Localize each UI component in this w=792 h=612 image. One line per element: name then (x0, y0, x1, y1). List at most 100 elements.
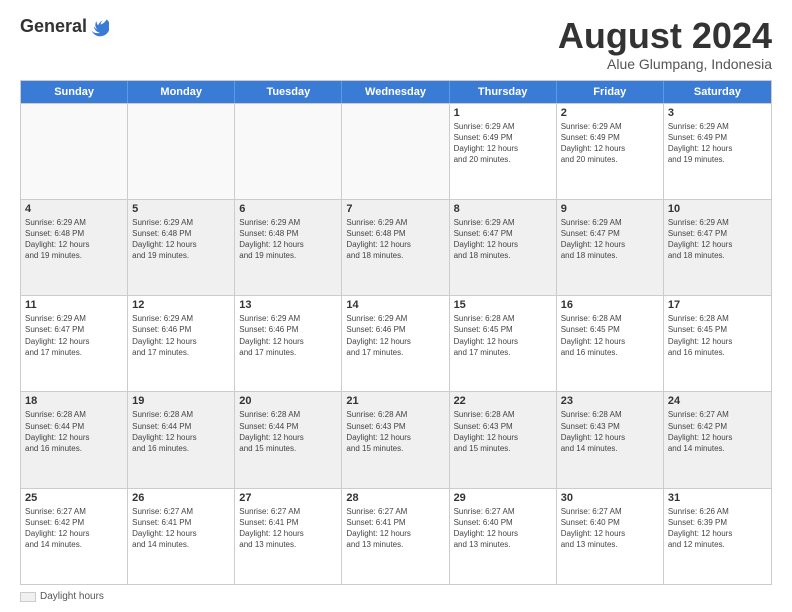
day-number: 6 (239, 203, 337, 215)
day-number: 23 (561, 395, 659, 407)
day-cell-12: 12 Sunrise: 6:29 AM Sunset: 6:46 PM Dayli… (128, 296, 235, 391)
day-info: Sunrise: 6:28 AM Sunset: 6:45 PM Dayligh… (668, 313, 767, 358)
day-info: Sunrise: 6:29 AM Sunset: 6:47 PM Dayligh… (561, 217, 659, 262)
header: General August 2024 Alue Glumpang, Indon… (20, 16, 772, 72)
empty-cell (235, 104, 342, 199)
day-info: Sunrise: 6:28 AM Sunset: 6:44 PM Dayligh… (132, 409, 230, 454)
day-cell-6: 6 Sunrise: 6:29 AM Sunset: 6:48 PM Daylig… (235, 200, 342, 295)
day-info: Sunrise: 6:29 AM Sunset: 6:47 PM Dayligh… (25, 313, 123, 358)
day-info: Sunrise: 6:28 AM Sunset: 6:43 PM Dayligh… (454, 409, 552, 454)
day-info: Sunrise: 6:28 AM Sunset: 6:43 PM Dayligh… (346, 409, 444, 454)
day-cell-15: 15 Sunrise: 6:28 AM Sunset: 6:45 PM Dayli… (450, 296, 557, 391)
day-cell-28: 28 Sunrise: 6:27 AM Sunset: 6:41 PM Dayli… (342, 489, 449, 584)
day-cell-31: 31Sunrise: 6:26 AM Sunset: 6:39 PM Dayli… (664, 489, 771, 584)
day-info: Sunrise: 6:27 AM Sunset: 6:41 PM Dayligh… (132, 506, 230, 551)
day-number: 16 (561, 299, 659, 311)
day-cell-11: 11 Sunrise: 6:29 AM Sunset: 6:47 PM Dayli… (21, 296, 128, 391)
day-info: Sunrise: 6:29 AM Sunset: 6:48 PM Dayligh… (132, 217, 230, 262)
day-info: Sunrise: 6:29 AM Sunset: 6:46 PM Dayligh… (132, 313, 230, 358)
month-title: August 2024 (558, 16, 772, 56)
logo-bird-icon (89, 17, 109, 37)
day-number: 24 (668, 395, 767, 407)
day-cell-26: 26 Sunrise: 6:27 AM Sunset: 6:41 PM Dayli… (128, 489, 235, 584)
title-section: August 2024 Alue Glumpang, Indonesia (558, 16, 772, 72)
header-cell-thursday: Thursday (450, 81, 557, 103)
day-info: Sunrise: 6:29 AM Sunset: 6:47 PM Dayligh… (668, 217, 767, 262)
day-info: Sunrise: 6:28 AM Sunset: 6:43 PM Dayligh… (561, 409, 659, 454)
day-info: Sunrise: 6:29 AM Sunset: 6:48 PM Dayligh… (239, 217, 337, 262)
day-cell-9: 9Sunrise: 6:29 AM Sunset: 6:47 PM Daylig… (557, 200, 664, 295)
day-cell-30: 30 Sunrise: 6:27 AM Sunset: 6:40 PM Dayli… (557, 489, 664, 584)
day-cell-13: 13 Sunrise: 6:29 AM Sunset: 6:46 PM Dayli… (235, 296, 342, 391)
location-subtitle: Alue Glumpang, Indonesia (558, 56, 772, 72)
header-cell-friday: Friday (557, 81, 664, 103)
day-number: 26 (132, 492, 230, 504)
day-info: Sunrise: 6:29 AM Sunset: 6:48 PM Dayligh… (346, 217, 444, 262)
day-number: 11 (25, 299, 123, 311)
day-number: 10 (668, 203, 767, 215)
day-number: 2 (561, 107, 659, 119)
day-cell-21: 21Sunrise: 6:28 AM Sunset: 6:43 PM Dayli… (342, 392, 449, 487)
header-cell-sunday: Sunday (21, 81, 128, 103)
day-number: 12 (132, 299, 230, 311)
day-info: Sunrise: 6:28 AM Sunset: 6:44 PM Dayligh… (25, 409, 123, 454)
logo: General (20, 16, 109, 37)
day-cell-4: 4 Sunrise: 6:29 AM Sunset: 6:48 PM Daylig… (21, 200, 128, 295)
calendar-week-1: 1 Sunrise: 6:29 AM Sunset: 6:49 PM Daylig… (21, 103, 771, 199)
empty-cell (21, 104, 128, 199)
day-cell-20: 20Sunrise: 6:28 AM Sunset: 6:44 PM Dayli… (235, 392, 342, 487)
day-info: Sunrise: 6:27 AM Sunset: 6:40 PM Dayligh… (561, 506, 659, 551)
day-number: 29 (454, 492, 552, 504)
day-number: 15 (454, 299, 552, 311)
empty-cell (128, 104, 235, 199)
day-info: Sunrise: 6:27 AM Sunset: 6:41 PM Dayligh… (239, 506, 337, 551)
day-cell-8: 8Sunrise: 6:29 AM Sunset: 6:47 PM Daylig… (450, 200, 557, 295)
header-cell-saturday: Saturday (664, 81, 771, 103)
day-number: 13 (239, 299, 337, 311)
day-number: 27 (239, 492, 337, 504)
day-info: Sunrise: 6:27 AM Sunset: 6:40 PM Dayligh… (454, 506, 552, 551)
day-cell-23: 23 Sunrise: 6:28 AM Sunset: 6:43 PM Dayli… (557, 392, 664, 487)
day-cell-1: 1 Sunrise: 6:29 AM Sunset: 6:49 PM Daylig… (450, 104, 557, 199)
calendar-week-5: 25Sunrise: 6:27 AM Sunset: 6:42 PM Dayli… (21, 488, 771, 584)
day-cell-29: 29 Sunrise: 6:27 AM Sunset: 6:40 PM Dayli… (450, 489, 557, 584)
day-info: Sunrise: 6:29 AM Sunset: 6:49 PM Dayligh… (561, 121, 659, 166)
day-number: 30 (561, 492, 659, 504)
day-number: 19 (132, 395, 230, 407)
day-number: 4 (25, 203, 123, 215)
calendar-week-2: 4 Sunrise: 6:29 AM Sunset: 6:48 PM Daylig… (21, 199, 771, 295)
header-cell-wednesday: Wednesday (342, 81, 449, 103)
day-number: 28 (346, 492, 444, 504)
day-number: 22 (454, 395, 552, 407)
calendar-header: SundayMondayTuesdayWednesdayThursdayFrid… (21, 81, 771, 103)
day-info: Sunrise: 6:27 AM Sunset: 6:42 PM Dayligh… (25, 506, 123, 551)
day-cell-16: 16Sunrise: 6:28 AM Sunset: 6:45 PM Dayli… (557, 296, 664, 391)
day-number: 14 (346, 299, 444, 311)
day-cell-18: 18 Sunrise: 6:28 AM Sunset: 6:44 PM Dayli… (21, 392, 128, 487)
day-number: 3 (668, 107, 767, 119)
day-info: Sunrise: 6:27 AM Sunset: 6:41 PM Dayligh… (346, 506, 444, 551)
header-cell-tuesday: Tuesday (235, 81, 342, 103)
day-number: 1 (454, 107, 552, 119)
day-cell-7: 7Sunrise: 6:29 AM Sunset: 6:48 PM Daylig… (342, 200, 449, 295)
day-cell-2: 2 Sunrise: 6:29 AM Sunset: 6:49 PM Daylig… (557, 104, 664, 199)
day-cell-25: 25Sunrise: 6:27 AM Sunset: 6:42 PM Dayli… (21, 489, 128, 584)
daylight-label: Daylight hours (40, 591, 104, 602)
day-cell-22: 22 Sunrise: 6:28 AM Sunset: 6:43 PM Dayli… (450, 392, 557, 487)
day-cell-14: 14Sunrise: 6:29 AM Sunset: 6:46 PM Dayli… (342, 296, 449, 391)
day-info: Sunrise: 6:28 AM Sunset: 6:44 PM Dayligh… (239, 409, 337, 454)
day-info: Sunrise: 6:26 AM Sunset: 6:39 PM Dayligh… (668, 506, 767, 551)
footer: Daylight hours (20, 591, 772, 602)
day-number: 18 (25, 395, 123, 407)
day-info: Sunrise: 6:28 AM Sunset: 6:45 PM Dayligh… (454, 313, 552, 358)
daylight-legend-box (20, 592, 36, 602)
day-number: 5 (132, 203, 230, 215)
day-info: Sunrise: 6:29 AM Sunset: 6:47 PM Dayligh… (454, 217, 552, 262)
day-info: Sunrise: 6:29 AM Sunset: 6:48 PM Dayligh… (25, 217, 123, 262)
calendar-body: 1 Sunrise: 6:29 AM Sunset: 6:49 PM Daylig… (21, 103, 771, 584)
page: General August 2024 Alue Glumpang, Indon… (0, 0, 792, 612)
calendar-week-4: 18 Sunrise: 6:28 AM Sunset: 6:44 PM Dayli… (21, 391, 771, 487)
day-cell-27: 27 Sunrise: 6:27 AM Sunset: 6:41 PM Dayli… (235, 489, 342, 584)
day-info: Sunrise: 6:29 AM Sunset: 6:46 PM Dayligh… (239, 313, 337, 358)
day-info: Sunrise: 6:29 AM Sunset: 6:49 PM Dayligh… (454, 121, 552, 166)
